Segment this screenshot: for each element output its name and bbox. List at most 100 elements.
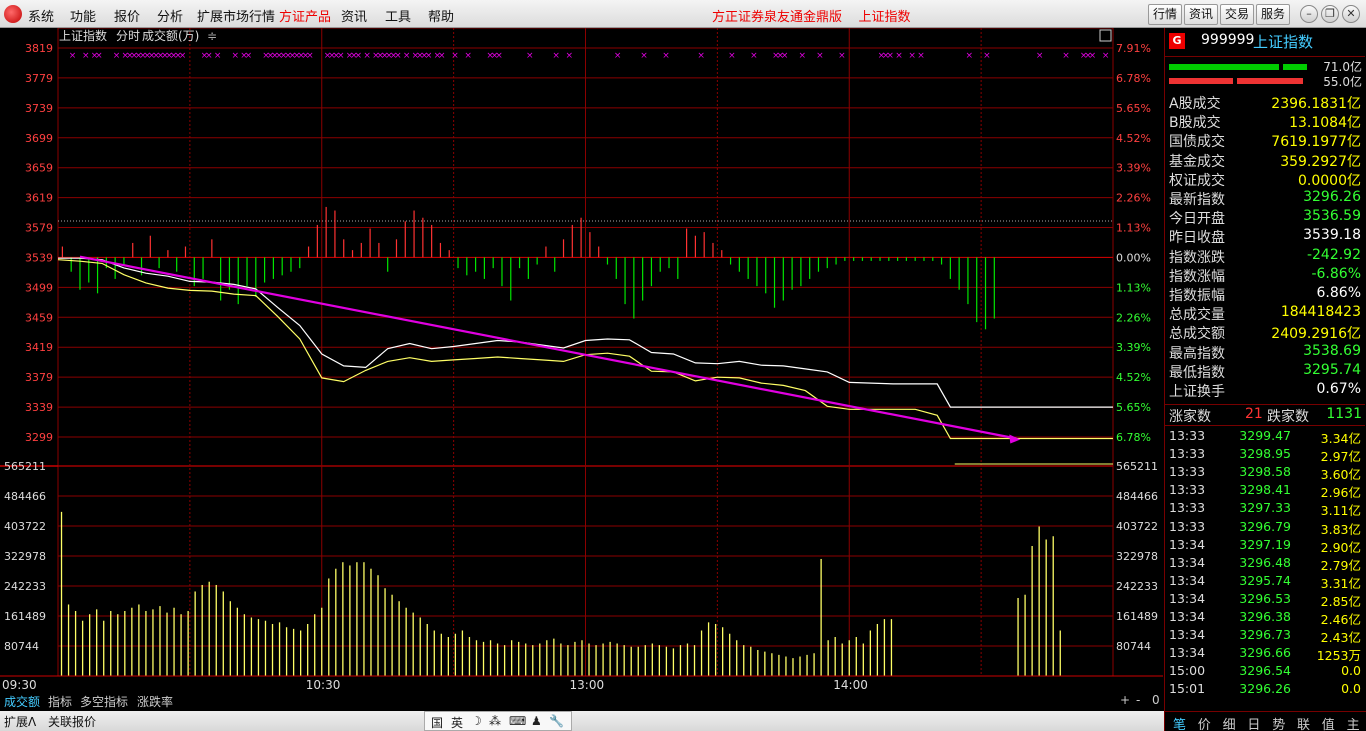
news-marker-icon: × bbox=[495, 51, 503, 61]
tick-price: 3296.48 bbox=[1239, 554, 1291, 570]
tick-vol: 2.85亿 bbox=[1320, 593, 1361, 609]
menu-function[interactable]: 功能 bbox=[70, 6, 96, 25]
tick-price: 3296.79 bbox=[1239, 518, 1291, 534]
y-tick-right: 6.78% bbox=[1116, 72, 1151, 85]
stat-value: 7619.1977亿 bbox=[1271, 134, 1361, 151]
ime-country-icon[interactable]: 国 bbox=[431, 714, 443, 731]
y-tick-volume-right: 242233 bbox=[1116, 580, 1158, 593]
news-marker-icon: × bbox=[886, 51, 894, 61]
tick-vol: 3.11亿 bbox=[1320, 503, 1361, 519]
stat-label: 权证成交 bbox=[1169, 172, 1225, 189]
panel-tab[interactable]: 价 bbox=[1198, 714, 1211, 731]
restore-icon[interactable]: ❐ bbox=[1321, 5, 1339, 23]
intraday-chart[interactable]: × × ×× × ×××××××××××××× ×× × × ×× ××××××××××× ××××… bbox=[0, 28, 1164, 692]
tick-vol: 3.31亿 bbox=[1320, 575, 1361, 591]
ime-english-icon[interactable]: 英 bbox=[451, 714, 463, 731]
menu-analysis[interactable]: 分析 bbox=[157, 6, 183, 25]
x-tick-label: 14:00 bbox=[833, 678, 868, 692]
panel-tabs: 笔价细日势联值主 bbox=[1165, 711, 1366, 731]
chart-expand-icon[interactable] bbox=[1099, 29, 1112, 42]
ime-user-icon[interactable]: ♟ bbox=[531, 714, 542, 728]
news-marker-icon: × bbox=[838, 51, 846, 61]
y-tick-left: 3339 bbox=[25, 401, 53, 414]
down-bar-label: 55.0亿 bbox=[1323, 75, 1362, 89]
news-marker-icon: × bbox=[69, 51, 77, 61]
news-marker-icon: × bbox=[697, 51, 705, 61]
chart-grid: × × ×× × ×××××××××××××× ×× × × ×× ××××××××××× ××××… bbox=[0, 28, 1114, 677]
y-tick-volume: 242233 bbox=[4, 580, 46, 593]
tick-time: 13:33 bbox=[1169, 446, 1206, 462]
stat-row: 总成交量 184418423 bbox=[1165, 304, 1365, 323]
panel-tab[interactable]: 势 bbox=[1272, 714, 1285, 731]
menu-extended-market[interactable]: 扩展市场行情 bbox=[197, 6, 275, 25]
menu-system[interactable]: 系统 bbox=[28, 6, 54, 25]
y-tick-right: 0.00% bbox=[1116, 251, 1151, 264]
status-related-quote[interactable]: 关联报价 bbox=[48, 713, 96, 730]
menu-help[interactable]: 帮助 bbox=[428, 6, 454, 25]
ime-punct-icon[interactable]: ⁂ bbox=[489, 714, 501, 728]
tick-price: 3298.41 bbox=[1239, 482, 1291, 498]
menu-quote[interactable]: 报价 bbox=[114, 6, 140, 25]
tick-row: 13:33 3298.95 2.97亿 bbox=[1165, 446, 1365, 464]
tick-vol: 0.0 bbox=[1341, 663, 1361, 679]
tick-row: 13:34 3296.66 1253万 bbox=[1165, 645, 1365, 663]
indicator-switch-icon[interactable]: ≑ bbox=[207, 29, 217, 43]
tab-rise-fall-ratio[interactable]: 涨跌率 bbox=[137, 693, 173, 710]
tab-turnover[interactable]: 成交额 bbox=[4, 693, 40, 710]
stat-row: 最低指数 3295.74 bbox=[1165, 362, 1365, 381]
news-marker-icon: × bbox=[781, 51, 789, 61]
panel-tab[interactable]: 笔 bbox=[1173, 714, 1186, 731]
divider bbox=[1165, 56, 1365, 57]
panel-tab[interactable]: 主 bbox=[1347, 714, 1360, 731]
zoom-out-button[interactable]: - bbox=[1136, 693, 1140, 707]
menu-tools[interactable]: 工具 bbox=[385, 6, 411, 25]
y-tick-left: 3659 bbox=[25, 162, 53, 175]
stat-row: 指数振幅 6.86% bbox=[1165, 285, 1365, 304]
stat-label: 上证换手 bbox=[1169, 384, 1225, 400]
window-title: 方正证券泉友通金鼎版 上证指数 bbox=[712, 10, 911, 25]
news-button[interactable]: 资讯 bbox=[1184, 4, 1218, 25]
stat-label: 最新指数 bbox=[1169, 192, 1225, 208]
zoom-in-button[interactable]: + bbox=[1120, 693, 1130, 707]
y-tick-left: 3739 bbox=[25, 102, 53, 115]
stat-label: 总成交量 bbox=[1169, 307, 1225, 324]
tick-time: 13:33 bbox=[1169, 428, 1206, 443]
panel-tab[interactable]: 值 bbox=[1322, 714, 1335, 731]
y-tick-left: 3699 bbox=[25, 132, 53, 145]
chart-mode[interactable]: 分时 bbox=[116, 29, 140, 43]
tick-vol: 3.83亿 bbox=[1320, 521, 1361, 537]
y-tick-right: 2.26% bbox=[1116, 311, 1151, 324]
panel-tab[interactable]: 联 bbox=[1297, 714, 1310, 731]
stat-value: 3536.59 bbox=[1303, 208, 1361, 225]
news-marker-icon: × bbox=[464, 51, 472, 61]
stat-row: B股成交 13.1084亿 bbox=[1165, 112, 1365, 131]
close-icon[interactable]: ✕ bbox=[1342, 5, 1360, 23]
service-button[interactable]: 服务 bbox=[1256, 4, 1290, 25]
zoom-reset-button[interactable]: 0 bbox=[1152, 693, 1160, 707]
y-tick-volume: 484466 bbox=[4, 490, 46, 503]
minimize-icon[interactable]: – bbox=[1300, 5, 1318, 23]
menu-news[interactable]: 资讯 bbox=[341, 6, 367, 25]
menu-products[interactable]: 方证产品 bbox=[279, 6, 331, 25]
chart-indicator[interactable]: 成交额(万) bbox=[142, 28, 199, 43]
status-extend[interactable]: 扩展Λ bbox=[4, 713, 36, 730]
ime-keyboard-icon[interactable]: ⌨ bbox=[509, 714, 526, 728]
stat-row: 指数涨跌 -242.92 bbox=[1165, 247, 1365, 266]
x-tick-label: 10:30 bbox=[306, 678, 341, 692]
news-marker-icon: × bbox=[662, 51, 670, 61]
tick-price: 3296.54 bbox=[1239, 663, 1291, 679]
panel-tab[interactable]: 细 bbox=[1223, 714, 1236, 731]
ime-moon-icon[interactable]: ☽ bbox=[471, 714, 482, 728]
stat-row: 上证换手 0.67% bbox=[1165, 381, 1365, 400]
trade-button[interactable]: 交易 bbox=[1220, 4, 1254, 25]
news-marker-icon: × bbox=[917, 51, 925, 61]
y-tick-volume: 403722 bbox=[4, 520, 46, 533]
panel-tab[interactable]: 日 bbox=[1247, 714, 1260, 731]
quote-button[interactable]: 行情 bbox=[1148, 4, 1182, 25]
y-tick-left: 3539 bbox=[25, 251, 53, 264]
ime-wrench-icon[interactable]: 🔧 bbox=[549, 714, 564, 728]
tab-long-short[interactable]: 多空指标 bbox=[80, 693, 128, 710]
app-logo-icon[interactable] bbox=[4, 5, 22, 23]
y-tick-volume: 565211 bbox=[4, 460, 46, 473]
tab-indicator[interactable]: 指标 bbox=[48, 693, 72, 710]
